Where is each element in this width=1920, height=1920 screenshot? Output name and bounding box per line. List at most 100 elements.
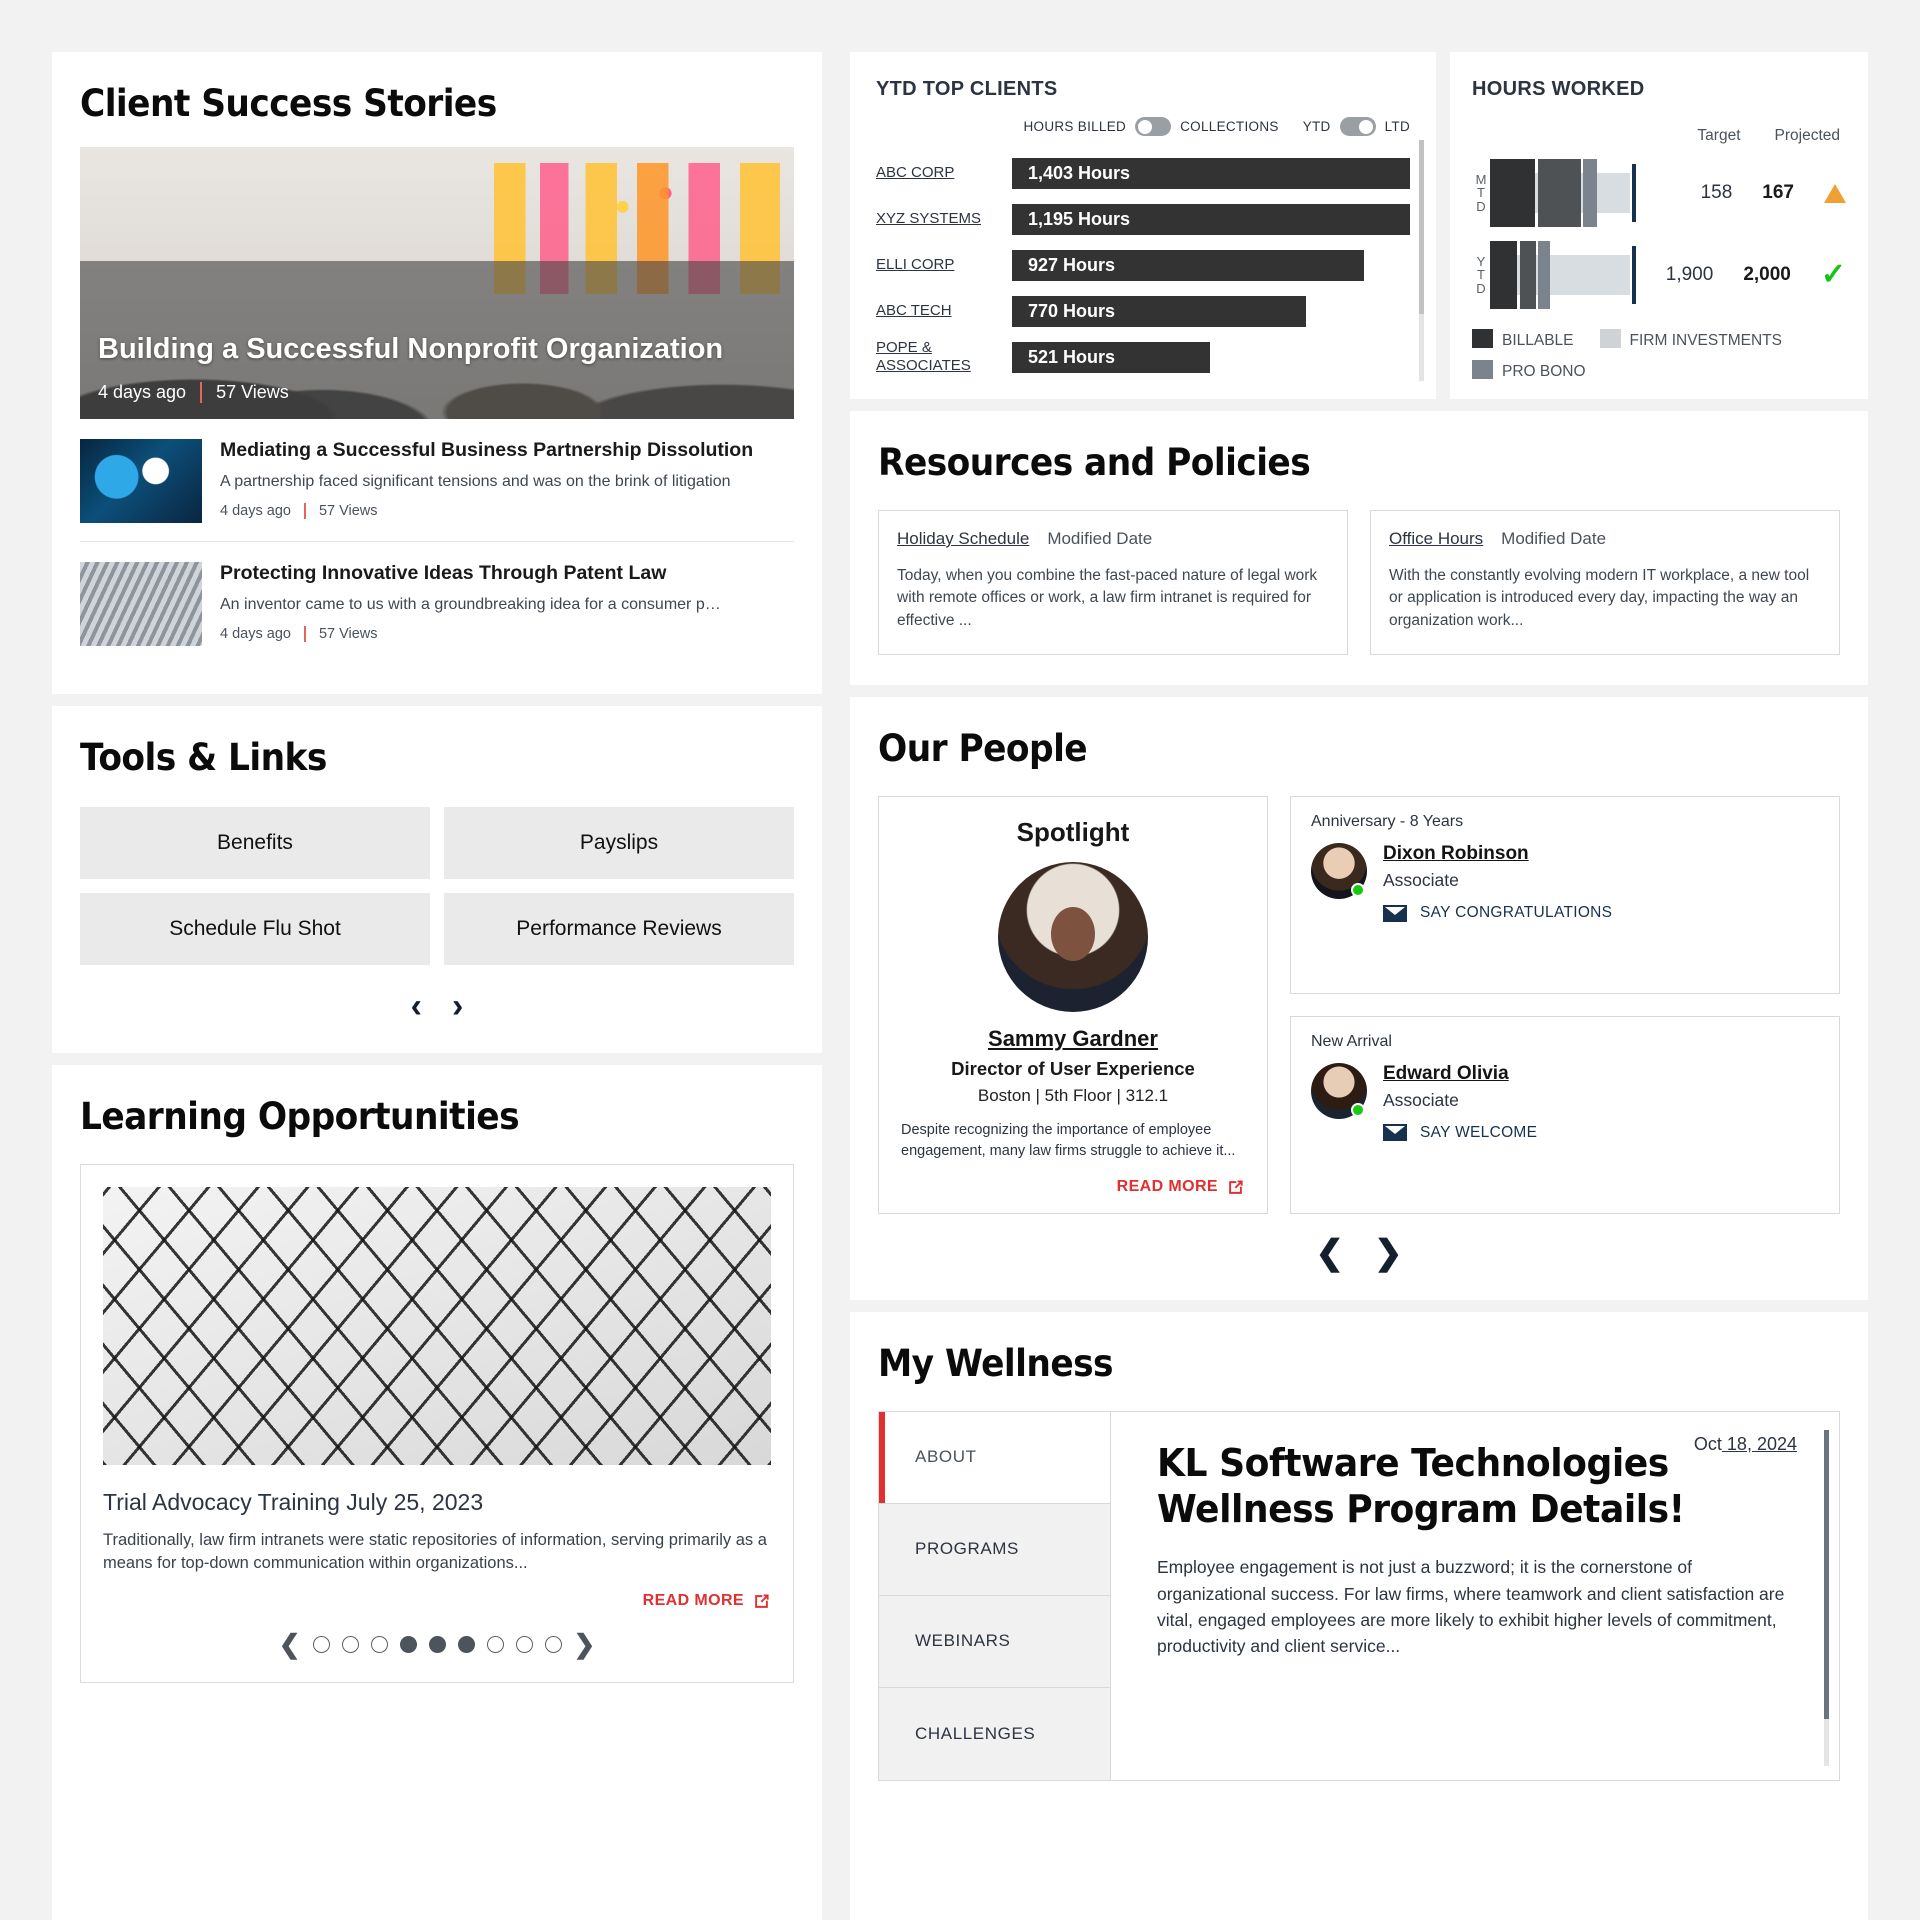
learning-item-title[interactable]: Trial Advocacy Training July 25, 2023 bbox=[103, 1489, 771, 1516]
tool-button-benefits[interactable]: Benefits bbox=[80, 807, 430, 879]
carousel-dot-active[interactable] bbox=[428, 1635, 446, 1653]
read-more-link[interactable]: READ MORE bbox=[643, 1592, 771, 1611]
spotlight-name-link[interactable]: Sammy Gardner bbox=[988, 1026, 1158, 1052]
hours-worked-legend: BILLABLE FIRM INVESTMENTS PRO BONO bbox=[1472, 329, 1846, 381]
bullet-values: 158 167 bbox=[1670, 182, 1846, 204]
our-people-card: Our People Spotlight Sammy Gardner Direc… bbox=[850, 697, 1868, 1300]
ytd-title: YTD TOP CLIENTS bbox=[876, 78, 1058, 100]
wellness-tabs: ABOUT PROGRAMS WEBINARS CHALLENGES bbox=[879, 1411, 1111, 1780]
tool-button-schedule-flu-shot[interactable]: Schedule Flu Shot bbox=[80, 893, 430, 965]
meta-divider bbox=[303, 503, 306, 519]
story-title[interactable]: Mediating a Successful Business Partners… bbox=[220, 439, 794, 462]
envelope-icon bbox=[1383, 1124, 1407, 1142]
legend-swatch bbox=[1472, 360, 1493, 379]
carousel-dot[interactable] bbox=[515, 1635, 533, 1653]
people-carousel-nav: ❮ ❯ bbox=[878, 1236, 1840, 1270]
person-card-new-arrival: New Arrival Edward Olivia Associate SAY … bbox=[1290, 1015, 1840, 1214]
chevron-left-icon[interactable]: ❮ bbox=[279, 1629, 301, 1660]
tool-button-performance-reviews[interactable]: Performance Reviews bbox=[444, 893, 794, 965]
scrollbar-thumb[interactable] bbox=[1419, 140, 1424, 314]
tab-challenges[interactable]: CHALLENGES bbox=[879, 1687, 1110, 1780]
legend-label: FIRM INVESTMENTS bbox=[1629, 332, 1782, 349]
scrollbar[interactable] bbox=[1824, 1429, 1829, 1766]
bullet-values: 1,900 2,000 ✓ bbox=[1666, 260, 1846, 290]
toggle-hours-billed-collections[interactable] bbox=[1135, 117, 1172, 136]
bullet-row-mtd: MTD 158 167 bbox=[1472, 159, 1846, 227]
client-link[interactable]: ELLI CORP bbox=[876, 256, 1000, 274]
people-grid: Spotlight Sammy Gardner Director of User… bbox=[878, 796, 1840, 1214]
tab-about[interactable]: ABOUT bbox=[879, 1411, 1110, 1504]
resource-modified-date: Modified Date bbox=[1047, 529, 1153, 548]
tab-webinars[interactable]: WEBINARS bbox=[879, 1595, 1110, 1688]
carousel-dot[interactable] bbox=[544, 1635, 562, 1653]
client-bar: 927 Hours bbox=[1012, 249, 1365, 281]
client-link[interactable]: ABC CORP bbox=[876, 164, 1000, 182]
scrollbar[interactable] bbox=[1419, 140, 1424, 381]
story-meta: 4 days ago 57 Views bbox=[220, 503, 794, 519]
person-name-link[interactable]: Dixon Robinson bbox=[1383, 843, 1612, 865]
carousel-dot[interactable] bbox=[486, 1635, 504, 1653]
client-link[interactable]: POPE & ASSOCIATES bbox=[876, 339, 1000, 375]
spotlight-description: Despite recognizing the importance of em… bbox=[901, 1122, 1236, 1159]
scrollbar-thumb[interactable] bbox=[1824, 1429, 1829, 1719]
target-marker bbox=[1632, 164, 1637, 222]
legend-label: BILLABLE bbox=[1502, 332, 1574, 349]
page-title: Client Success Stories bbox=[80, 82, 497, 125]
action-label: SAY CONGRATULATIONS bbox=[1420, 904, 1613, 922]
story-title[interactable]: Protecting Innovative Ideas Through Pate… bbox=[220, 562, 794, 585]
target-marker bbox=[1632, 246, 1637, 304]
say-congratulations-button[interactable]: SAY CONGRATULATIONS bbox=[1383, 904, 1612, 922]
online-status-icon bbox=[1351, 883, 1365, 898]
list-item[interactable]: Mediating a Successful Business Partners… bbox=[80, 419, 794, 542]
carousel-dot-active[interactable] bbox=[457, 1635, 475, 1653]
tool-button-payslips[interactable]: Payslips bbox=[444, 807, 794, 879]
toggle-label-ltd: LTD bbox=[1384, 119, 1410, 134]
client-link[interactable]: ABC TECH bbox=[876, 302, 1000, 320]
toggle-label-collections: COLLECTIONS bbox=[1180, 119, 1279, 134]
bullet-chart bbox=[1490, 241, 1670, 309]
chevron-left-icon[interactable]: ❮ bbox=[1316, 1236, 1345, 1270]
person-kicker: Anniversary - 8 Years bbox=[1311, 813, 1464, 831]
warning-triangle-icon bbox=[1824, 183, 1846, 203]
person-role: Associate bbox=[1383, 870, 1459, 891]
segment-billable bbox=[1490, 159, 1535, 227]
carousel-dot[interactable] bbox=[370, 1635, 388, 1653]
carousel-dot-active[interactable] bbox=[399, 1635, 417, 1653]
segment-pro-bono bbox=[1537, 159, 1581, 227]
person-role: Associate bbox=[1383, 1089, 1459, 1110]
hero-text: Building a Successful Nonprofit Organiza… bbox=[98, 333, 770, 367]
meta-divider bbox=[303, 626, 306, 642]
chevron-right-icon[interactable]: ❯ bbox=[574, 1629, 596, 1660]
resource-card-office-hours[interactable]: Office Hours Modified Date With the cons… bbox=[1370, 510, 1840, 656]
say-welcome-button[interactable]: SAY WELCOME bbox=[1383, 1124, 1537, 1142]
hero-story[interactable]: Building a Successful Nonprofit Organiza… bbox=[80, 147, 794, 419]
list-item[interactable]: Protecting Innovative Ideas Through Pate… bbox=[80, 542, 794, 664]
avatar bbox=[998, 862, 1148, 1013]
tools-carousel-nav: ‹ › bbox=[80, 989, 794, 1023]
learning-carousel-dots: ❮ ❯ bbox=[103, 1629, 771, 1660]
resource-link[interactable]: Office Hours bbox=[1389, 529, 1483, 549]
wellness-title: My Wellness bbox=[878, 1341, 1114, 1385]
carousel-dot[interactable] bbox=[341, 1635, 359, 1653]
toggle-ytd-ltd[interactable] bbox=[1339, 117, 1376, 136]
segment-pro-bono bbox=[1519, 241, 1536, 309]
table-row: ELLI CORP 927 Hours bbox=[876, 242, 1410, 288]
person-name-link[interactable]: Edward Olivia bbox=[1383, 1063, 1537, 1085]
resource-link[interactable]: Holiday Schedule bbox=[897, 529, 1029, 549]
segment-firm-investments bbox=[1537, 241, 1551, 309]
column-projected: Projected bbox=[1774, 127, 1840, 144]
legend-item-billable: BILLABLE bbox=[1472, 329, 1574, 350]
chevron-right-icon[interactable]: › bbox=[452, 989, 463, 1023]
resource-header: Holiday Schedule Modified Date bbox=[897, 529, 1329, 549]
carousel-dot[interactable] bbox=[312, 1635, 330, 1653]
chevron-left-icon[interactable]: ‹ bbox=[411, 989, 422, 1023]
chevron-right-icon[interactable]: ❯ bbox=[1374, 1236, 1403, 1270]
client-link[interactable]: XYZ SYSTEMS bbox=[876, 210, 1000, 228]
resource-card-holiday-schedule[interactable]: Holiday Schedule Modified Date Today, wh… bbox=[878, 510, 1348, 656]
client-bar: 521 Hours bbox=[1012, 341, 1210, 373]
tab-programs[interactable]: PROGRAMS bbox=[879, 1503, 1110, 1596]
read-more-link[interactable]: READ MORE bbox=[1117, 1178, 1245, 1197]
right-column: YTD TOP CLIENTS HOURS BILLED COLLECTIONS… bbox=[850, 52, 1868, 1920]
projected-value: 167 bbox=[1762, 182, 1794, 203]
client-bar: 770 Hours bbox=[1012, 295, 1306, 327]
